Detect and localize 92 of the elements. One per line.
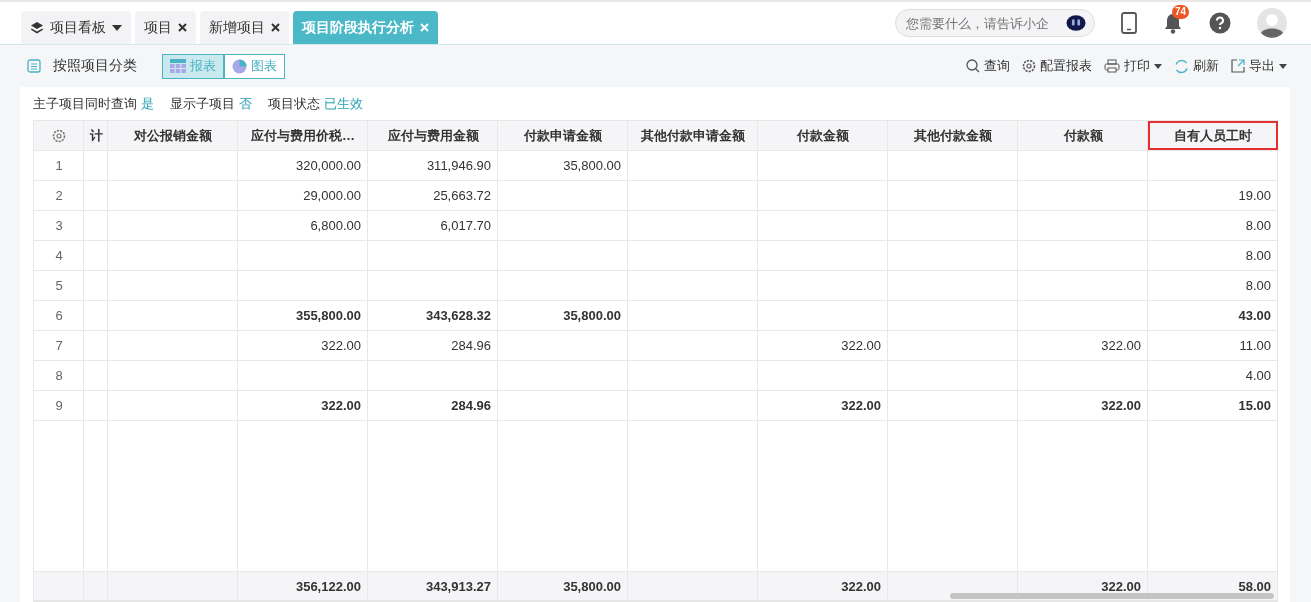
table-cell-text: 320,000.00 [294, 157, 362, 175]
column-header[interactable]: 应付与费用金额 [368, 121, 498, 150]
row-number: 1 [54, 157, 64, 175]
toolbar-button[interactable]: 导出 [1231, 57, 1287, 75]
table-cell-text: 8.00 [1244, 217, 1272, 235]
table-cell-text: 43.00 [1237, 307, 1272, 325]
toolbar-button[interactable]: 查询 [966, 57, 1010, 75]
tab[interactable]: 项目 [135, 11, 196, 44]
table-cell-text: 322.00 [320, 337, 362, 355]
caret-icon [112, 24, 122, 31]
table-cell-text: 6,017.70 [439, 217, 492, 235]
toolbar-button[interactable]: 配置报表 [1022, 57, 1092, 75]
table-cell-text: 29,000.00 [302, 187, 362, 205]
column-header[interactable]: 其他付款申请金额 [628, 121, 758, 150]
pie-chart-icon [232, 58, 247, 74]
close-icon[interactable] [271, 23, 280, 32]
total-cell-text: 322.00 [1100, 577, 1142, 596]
table-cell-text: 8.00 [1244, 277, 1272, 295]
table-cell-text: 15.00 [1237, 397, 1272, 415]
column-header[interactable]: 对公报销金额 [108, 121, 238, 150]
table-cell-text: 343,628.32 [424, 307, 492, 325]
column-header[interactable]: 计 [84, 121, 108, 150]
row-number: 7 [54, 337, 64, 355]
tab-label: 新增项目 [209, 18, 265, 37]
tab-label: 项目看板 [50, 18, 106, 37]
total-cell-text: 35,800.00 [562, 577, 622, 596]
column-header[interactable]: 付款申请金额 [498, 121, 628, 150]
layers-icon [30, 20, 44, 35]
table-cell-text: 322.00 [840, 337, 882, 355]
row-number: 2 [54, 187, 64, 205]
column-header[interactable]: 付款金额 [758, 121, 888, 150]
robot-icon [1066, 14, 1086, 32]
table-cell-text: 311,946.90 [425, 157, 492, 175]
toolbar-button[interactable]: 刷新 [1174, 57, 1219, 75]
table-cell-text: 35,800.00 [562, 157, 622, 175]
table-cell-text: 6,800.00 [309, 217, 362, 235]
table-cell-text: 284.96 [450, 337, 492, 355]
table-cell-text: 8.00 [1244, 247, 1272, 265]
filter-value: 否 [239, 94, 252, 113]
filter-label: 主子项目同时查询 [33, 94, 137, 113]
table-cell-text: 322.00 [320, 397, 362, 415]
filter-value: 是 [141, 94, 154, 113]
printer-icon [1104, 59, 1120, 73]
refresh-icon [1174, 58, 1189, 74]
filter-label: 项目状态 [268, 94, 320, 113]
avatar-icon[interactable] [1257, 8, 1287, 38]
export-icon [1231, 59, 1245, 73]
total-cell-text: 356,122.00 [294, 577, 362, 596]
list-icon [27, 59, 41, 73]
table-cell-text: 4.00 [1244, 367, 1272, 385]
table-cell-text: 322.00 [1100, 337, 1142, 355]
tab-label: 项目阶段执行分析 [302, 18, 414, 37]
table-cell-text: 19.00 [1237, 187, 1272, 205]
toolbar-button[interactable]: 打印 [1104, 57, 1162, 75]
horizontal-scrollbar[interactable] [950, 593, 1274, 599]
column-header[interactable]: 其他付款金额 [888, 121, 1018, 150]
assistant-search-field[interactable]: 您需要什么，请告诉小企 [895, 9, 1095, 37]
row-number: 4 [54, 247, 64, 265]
table-cell-text: 25,663.72 [432, 187, 492, 205]
row-number: 3 [54, 217, 64, 235]
table-cell-text: 322.00 [1100, 397, 1142, 415]
mobile-phone-icon[interactable] [1121, 12, 1137, 34]
column-header[interactable]: 自有人员工时 [1148, 121, 1278, 150]
row-number: 5 [54, 277, 64, 295]
total-cell-text: 58.00 [1237, 577, 1272, 596]
tab[interactable]: 新增项目 [200, 11, 289, 44]
caret-icon [1154, 63, 1162, 69]
column-header[interactable]: 付款额 [1018, 121, 1148, 150]
settings-icon[interactable] [52, 128, 66, 143]
report-title: 按照项目分类 [53, 57, 137, 75]
filter-label: 显示子项目 [170, 94, 235, 113]
total-cell-text: 322.00 [840, 577, 882, 596]
table-cell-text: 284.96 [450, 397, 492, 415]
row-number: 8 [54, 367, 64, 385]
settings-icon [1022, 59, 1036, 73]
table-cell-text: 322.00 [840, 397, 882, 415]
help-icon[interactable] [1209, 12, 1231, 34]
filter-value: 已生效 [324, 94, 363, 113]
tab-label: 项目 [144, 18, 172, 37]
row-number: 9 [54, 397, 64, 415]
table-cell-text: 11.00 [1238, 337, 1272, 355]
notification-badge: 74 [1172, 5, 1190, 19]
close-icon[interactable] [178, 23, 187, 32]
table-cell-text: 355,800.00 [294, 307, 362, 325]
search-icon [966, 59, 980, 73]
caret-icon [1279, 63, 1287, 69]
tab[interactable]: 项目看板 [21, 11, 131, 44]
table-icon [170, 59, 186, 73]
column-header[interactable]: 应付与费用价税… [238, 121, 368, 150]
table-cell-text: 35,800.00 [562, 307, 622, 325]
row-number: 6 [54, 307, 64, 325]
total-cell-text: 343,913.27 [424, 577, 492, 596]
